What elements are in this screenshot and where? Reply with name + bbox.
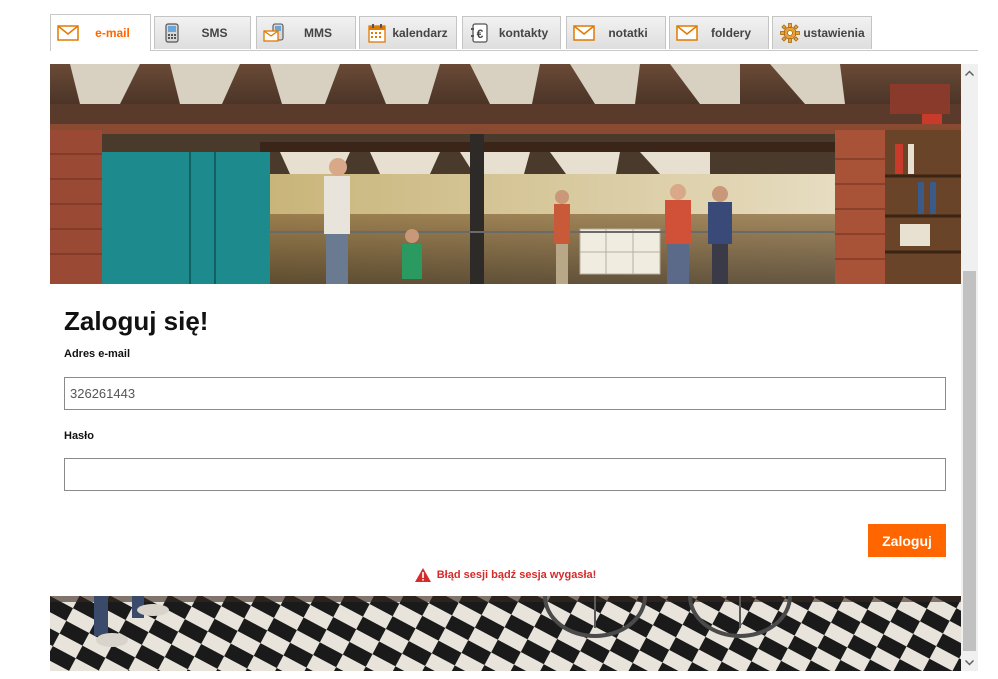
tab-settings[interactable]: ustawienia	[772, 16, 872, 49]
tab-label: notatki	[608, 26, 648, 40]
scroll-down-button[interactable]	[961, 654, 978, 671]
contacts-icon: €	[469, 23, 491, 43]
svg-text:€: €	[477, 27, 484, 41]
tab-label: kontakty	[498, 26, 549, 40]
calendar-icon	[366, 23, 388, 43]
notes-envelope-icon	[573, 23, 595, 43]
tab-label: SMS	[201, 26, 228, 40]
error-text: Błąd sesji bądź sesja wygasła!	[436, 569, 597, 581]
tab-email[interactable]: e-mail	[50, 14, 151, 51]
tab-label: MMS	[304, 26, 332, 40]
tab-sms[interactable]: SMS	[154, 16, 251, 49]
password-label: Hasło	[64, 430, 94, 442]
password-field[interactable]	[64, 458, 946, 491]
tab-label: e-mail	[95, 26, 130, 40]
envelope-icon	[57, 23, 79, 43]
warning-icon	[414, 568, 431, 582]
email-label: Adres e-mail	[64, 348, 131, 360]
mms-icon	[263, 23, 285, 43]
footer-photo	[50, 596, 961, 671]
tab-label: foldery	[710, 26, 751, 40]
tab-bar: e-mail SMS MMS kalendarz € kontakty nota…	[50, 14, 978, 51]
scroll-up-button[interactable]	[961, 64, 978, 81]
chevron-down-icon	[965, 659, 974, 666]
phone-icon	[161, 23, 183, 43]
login-button[interactable]: Zaloguj	[868, 524, 946, 557]
chevron-up-icon	[965, 69, 974, 76]
tab-calendar[interactable]: kalendarz	[359, 16, 457, 49]
tab-folders[interactable]: foldery	[669, 16, 769, 49]
folder-envelope-icon	[676, 23, 698, 43]
content-frame: Zaloguj się! Adres e-mail Hasło Zaloguj …	[50, 64, 961, 671]
tab-contacts[interactable]: € kontakty	[462, 16, 561, 49]
scroll-thumb[interactable]	[963, 271, 976, 651]
login-form: Zaloguj się! Adres e-mail Hasło Zaloguj …	[50, 284, 961, 596]
email-field[interactable]	[64, 377, 946, 410]
header-photo	[50, 64, 961, 284]
tab-mms[interactable]: MMS	[256, 16, 356, 49]
page-title: Zaloguj się!	[64, 306, 209, 336]
error-message: Błąd sesji bądź sesja wygasła!	[50, 568, 961, 582]
gear-icon	[779, 23, 801, 43]
tab-label: kalendarz	[392, 26, 448, 40]
tab-notes[interactable]: notatki	[566, 16, 666, 49]
tab-label: ustawienia	[803, 26, 865, 40]
vertical-scrollbar[interactable]	[961, 64, 978, 671]
